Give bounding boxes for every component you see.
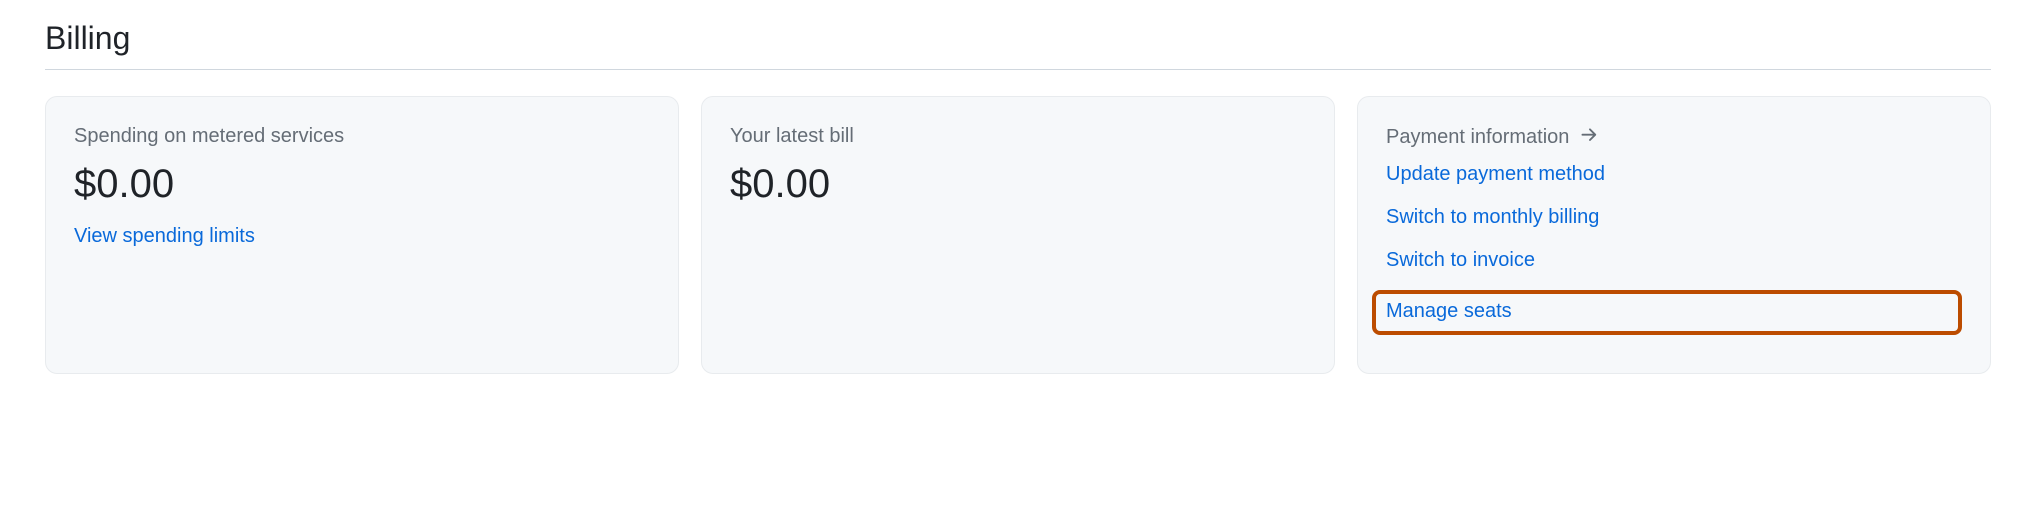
switch-monthly-billing-link[interactable]: Switch to monthly billing [1386,206,1599,229]
update-payment-method-link[interactable]: Update payment method [1386,163,1605,186]
spending-amount: $0.00 [74,162,650,207]
spending-label: Spending on metered services [74,125,650,148]
arrow-right-icon [1579,125,1599,149]
manage-seats-link[interactable]: Manage seats [1386,300,1512,323]
spending-card: Spending on metered services $0.00 View … [45,96,679,374]
latest-bill-amount: $0.00 [730,162,1306,207]
payment-info-links: Update payment method Switch to monthly … [1386,163,1962,335]
latest-bill-label: Your latest bill [730,125,1306,148]
manage-seats-highlight: Manage seats [1372,290,1962,335]
payment-info-card: Payment information Update payment metho… [1357,96,1991,374]
payment-info-label: Payment information [1386,126,1569,149]
billing-cards-row: Spending on metered services $0.00 View … [45,96,1991,374]
view-spending-limits-link[interactable]: View spending limits [74,225,255,248]
page-title: Billing [45,20,1991,70]
latest-bill-card: Your latest bill $0.00 [701,96,1335,374]
payment-info-header[interactable]: Payment information [1386,125,1962,149]
switch-to-invoice-link[interactable]: Switch to invoice [1386,249,1535,272]
